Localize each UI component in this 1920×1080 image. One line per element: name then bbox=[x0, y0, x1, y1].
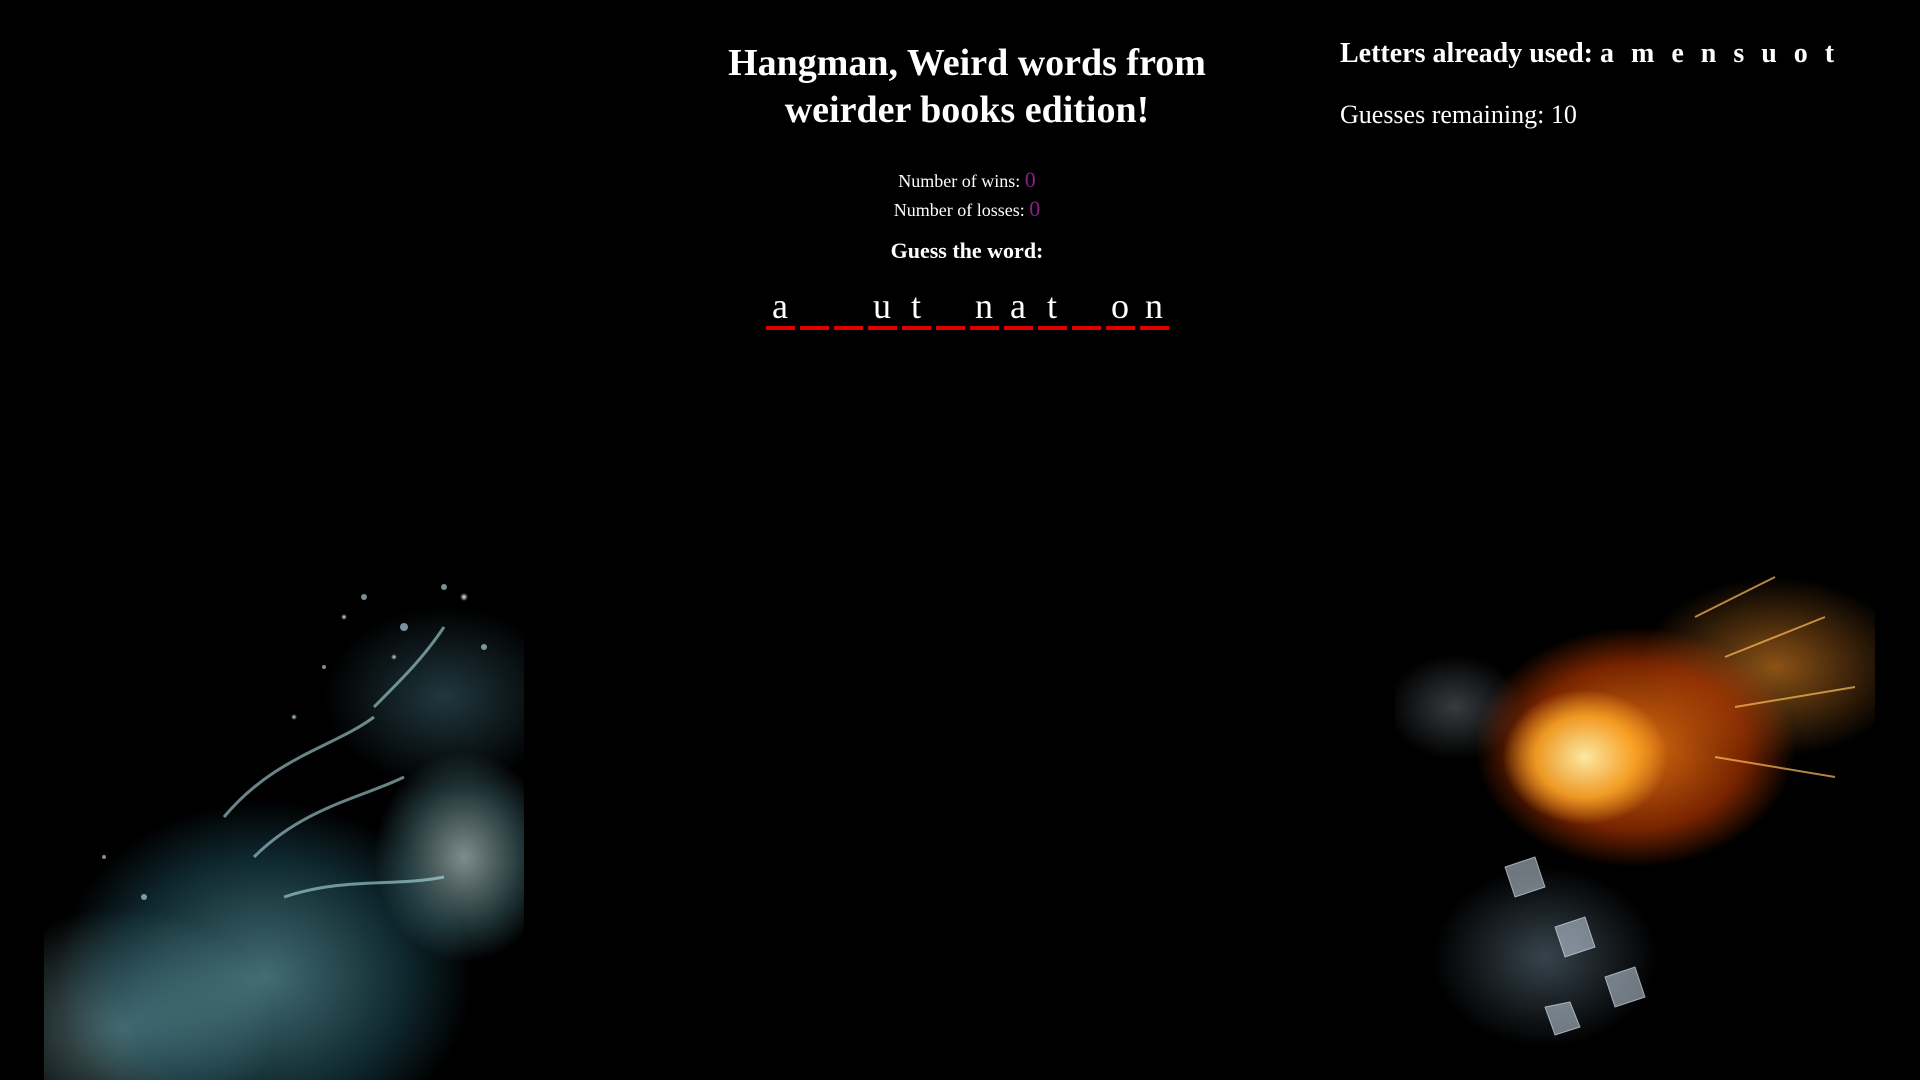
guesses-remaining-label: Guesses remaining: bbox=[1340, 100, 1545, 129]
water-splash-icon bbox=[102, 584, 487, 900]
game-panel: Hangman, Weird words from weirder books … bbox=[667, 40, 1267, 330]
letter-slot: a bbox=[1003, 288, 1033, 330]
page-title: Hangman, Weird words from weirder books … bbox=[728, 42, 1206, 131]
wins-value: 0 bbox=[1024, 167, 1036, 192]
letter-slot: o bbox=[1105, 288, 1135, 330]
letter-slot bbox=[935, 288, 965, 330]
letter-slot: n bbox=[969, 288, 999, 330]
letter-slot: a bbox=[765, 288, 795, 330]
score-stats: Number of wins: 0 Number of losses: 0 bbox=[667, 166, 1267, 224]
used-letters-label: Letters already used: bbox=[1340, 38, 1593, 69]
letter-slot bbox=[1071, 288, 1101, 330]
wins-label: Number of wins: bbox=[898, 171, 1021, 191]
letter-slot: n bbox=[1139, 288, 1169, 330]
fire-fist-image bbox=[1395, 557, 1875, 1052]
info-panel: Letters already used: a m e n s u o t Gu… bbox=[1340, 38, 1860, 130]
used-letters-row: Letters already used: a m e n s u o t bbox=[1340, 38, 1860, 70]
losses-value: 0 bbox=[1029, 196, 1041, 221]
letter-slot bbox=[799, 288, 829, 330]
letter-slot bbox=[833, 288, 863, 330]
word-display: a u t n a t o n bbox=[667, 288, 1267, 330]
guess-heading: Guess the word: bbox=[890, 238, 1044, 263]
losses-label: Number of losses: bbox=[893, 200, 1025, 220]
fire-sparks-icon bbox=[1504, 576, 1856, 1036]
letter-slot: t bbox=[901, 288, 931, 330]
guesses-remaining-value: 10 bbox=[1550, 100, 1577, 129]
letter-slot: t bbox=[1037, 288, 1067, 330]
wins-row: Number of wins: 0 bbox=[667, 166, 1267, 195]
letter-slot: u bbox=[867, 288, 897, 330]
guesses-remaining-row: Guesses remaining: 10 bbox=[1340, 100, 1860, 130]
water-fist-image bbox=[44, 557, 524, 1080]
used-letters-value: a m e n s u o t bbox=[1600, 38, 1840, 69]
losses-row: Number of losses: 0 bbox=[667, 195, 1267, 224]
hangman-page: Hangman, Weird words from weirder books … bbox=[0, 0, 1920, 1080]
